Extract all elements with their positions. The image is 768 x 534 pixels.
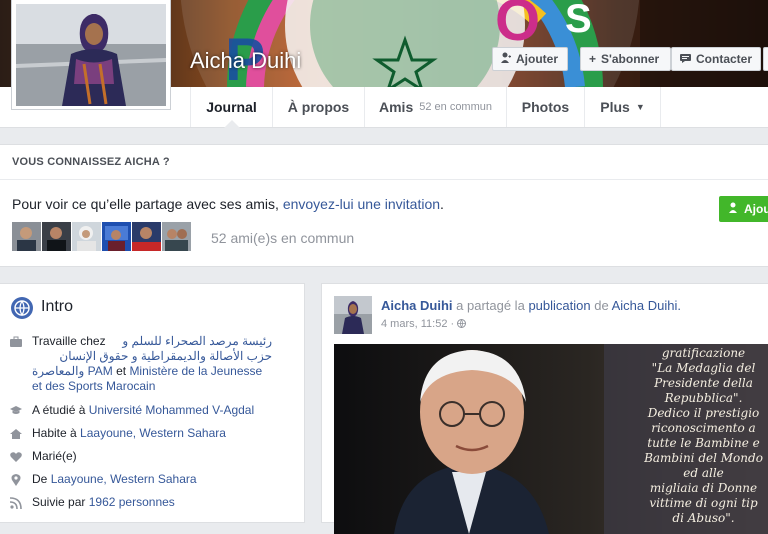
- intro-followers-link[interactable]: 1962 personnes: [89, 495, 175, 509]
- intro-from-link[interactable]: Laayoune, Western Sahara: [51, 472, 197, 486]
- active-tab-pointer: [224, 120, 240, 128]
- post-image-line: Repubblica".: [664, 391, 743, 405]
- post-image-line: tutte le Bambine e: [647, 436, 760, 450]
- contact-button[interactable]: Contacter: [671, 47, 761, 71]
- tab-more-label: Plus: [600, 99, 630, 115]
- svg-text:O: O: [495, 0, 540, 53]
- friend-suggestion-box: VOUS CONNAISSEZ AICHA ? Pour voir ce qu’…: [0, 144, 768, 267]
- follow-label: S'abonner: [601, 52, 660, 66]
- post-image-line: riconoscimento a: [651, 421, 756, 435]
- plus-icon: +: [589, 52, 597, 66]
- tab-about[interactable]: À propos: [272, 87, 364, 127]
- mutual-friends-thumbnails: [12, 222, 191, 251]
- tab-friends[interactable]: Amis 52 en commun: [364, 87, 506, 127]
- intro-title: Intro: [41, 298, 74, 315]
- send-invitation-link[interactable]: envoyez-lui une invitation: [283, 196, 440, 212]
- intro-work-org1[interactable]: رئيسة مرصد الصحراء للسلم و: [122, 334, 272, 349]
- follow-button[interactable]: + S'abonner: [580, 47, 671, 71]
- post-timestamp[interactable]: 4 mars, 11:52 ·: [381, 318, 454, 330]
- post-image-line: "La Medaglia del: [651, 361, 756, 375]
- intro-from-prefix: De: [32, 472, 48, 486]
- post-de-text: de: [594, 298, 609, 313]
- contact-label: Contacter: [696, 52, 753, 66]
- friend-suggestion-suffix: .: [440, 196, 444, 212]
- add-friend-icon: [501, 52, 511, 66]
- intro-followers-prefix: Suivie par: [32, 495, 86, 509]
- post-image-line: vittime di ogni tip: [649, 496, 758, 510]
- heart-icon: [10, 452, 22, 462]
- add-friend-icon: [729, 202, 739, 216]
- friend-suggestion-prefix: Pour voir ce qu’elle partage avec ses am…: [12, 196, 279, 212]
- friend-suggestion-title: VOUS CONNAISSEZ AICHA ?: [12, 156, 170, 168]
- post-image-line: migliaia di Donne: [649, 481, 758, 495]
- intro-studied: A étudié à Université Mohammed V-Agdal: [32, 403, 272, 418]
- intro-relationship: Marié(e): [32, 449, 77, 463]
- mutual-friends-count[interactable]: 52 ami(e)s en commun: [211, 230, 354, 246]
- intro-followers: Suivie par 1962 personnes: [32, 495, 272, 510]
- intro-lives-prefix: Habite à: [32, 426, 77, 440]
- intro-work-prefix: Travaille chez: [32, 334, 106, 348]
- svg-text:S: S: [565, 0, 592, 41]
- post-shared-text: a partagé la: [456, 298, 525, 313]
- mutual-friend-thumbnail[interactable]: [102, 222, 131, 251]
- briefcase-icon: [10, 336, 22, 347]
- globe-icon[interactable]: [457, 319, 467, 329]
- tab-journal-label: Journal: [206, 99, 257, 115]
- mutual-friend-thumbnail[interactable]: [42, 222, 71, 251]
- avatar: [16, 4, 166, 106]
- post-publication-link[interactable]: publication: [528, 298, 590, 313]
- message-icon: [680, 52, 691, 66]
- intro-lives: Habite à Laayoune, Western Sahara: [32, 426, 272, 441]
- divider: [0, 179, 768, 180]
- post-header: Aicha Duihi a partagé la publication de …: [381, 298, 681, 313]
- profile-name[interactable]: Aicha Duihi: [190, 48, 301, 74]
- location-pin-icon: [11, 474, 21, 486]
- add-friend-label: Ajouter: [516, 52, 558, 66]
- intro-lives-link[interactable]: Laayoune, Western Sahara: [80, 426, 226, 440]
- intro-card: Intro Travaille chez رئيسة مرصد الصحراء …: [0, 283, 305, 523]
- tab-more[interactable]: Plus ▼: [584, 87, 661, 127]
- post-image-line: ed alle: [683, 466, 724, 480]
- post-image-line: di Abuso".: [672, 511, 735, 525]
- mutual-friend-thumbnail[interactable]: [12, 222, 41, 251]
- post-source-link[interactable]: Aicha Duihi.: [612, 298, 681, 313]
- intro-work-and: et: [116, 364, 127, 378]
- post-author-link[interactable]: Aicha Duihi: [381, 298, 453, 313]
- post-image[interactable]: gratificazione "La Medaglia del Presiden…: [334, 344, 768, 534]
- intro-studied-link[interactable]: Université Mohammed V-Agdal: [89, 403, 254, 417]
- tab-photos[interactable]: Photos: [506, 87, 584, 127]
- post-image-caption: gratificazione "La Medaglia del Presiden…: [616, 346, 768, 526]
- rss-icon: [10, 497, 22, 509]
- more-actions-button[interactable]: [763, 47, 768, 71]
- add-friend-button[interactable]: Ajouter: [492, 47, 568, 71]
- post-card: Aicha Duihi a partagé la publication de …: [321, 283, 768, 534]
- mutual-friend-thumbnail[interactable]: [72, 222, 101, 251]
- graduation-cap-icon: [10, 406, 22, 414]
- add-friend-green-label: Ajou: [744, 202, 768, 216]
- tab-about-label: À propos: [287, 99, 350, 115]
- tab-friends-label: Amis: [379, 99, 414, 115]
- tab-photos-label: Photos: [521, 99, 570, 115]
- post-image-line: Bambini del Mondo: [644, 451, 763, 465]
- profile-picture[interactable]: [11, 0, 171, 110]
- intro-work-org1-line2[interactable]: حزب الأصالة والديمقراطية و حقوق الإنسان: [32, 349, 272, 364]
- tab-friends-mutual-count: 52 en commun: [419, 101, 492, 113]
- post-author-avatar[interactable]: [334, 296, 372, 334]
- intro-from: De Laayoune, Western Sahara: [32, 472, 272, 487]
- friend-suggestion-text: Pour voir ce qu’elle partage avec ses am…: [12, 196, 444, 212]
- house-icon: [10, 429, 22, 439]
- globe-icon: [11, 297, 33, 319]
- chevron-down-icon: ▼: [635, 102, 645, 112]
- post-image-line: gratificazione: [661, 346, 746, 360]
- intro-work: Travaille chez رئيسة مرصد الصحراء للسلم …: [32, 334, 272, 394]
- add-friend-green-button[interactable]: Ajou: [719, 196, 768, 222]
- post-image-line: Dedico il prestigio: [647, 406, 760, 420]
- intro-studied-prefix: A étudié à: [32, 403, 86, 417]
- post-image-line: Presidente della: [654, 376, 753, 390]
- mutual-friend-thumbnail[interactable]: [162, 222, 191, 251]
- intro-work-org1-line3[interactable]: PAM والمعاصرة: [32, 364, 113, 378]
- post-meta: 4 mars, 11:52 ·: [381, 318, 467, 330]
- mutual-friend-thumbnail[interactable]: [132, 222, 161, 251]
